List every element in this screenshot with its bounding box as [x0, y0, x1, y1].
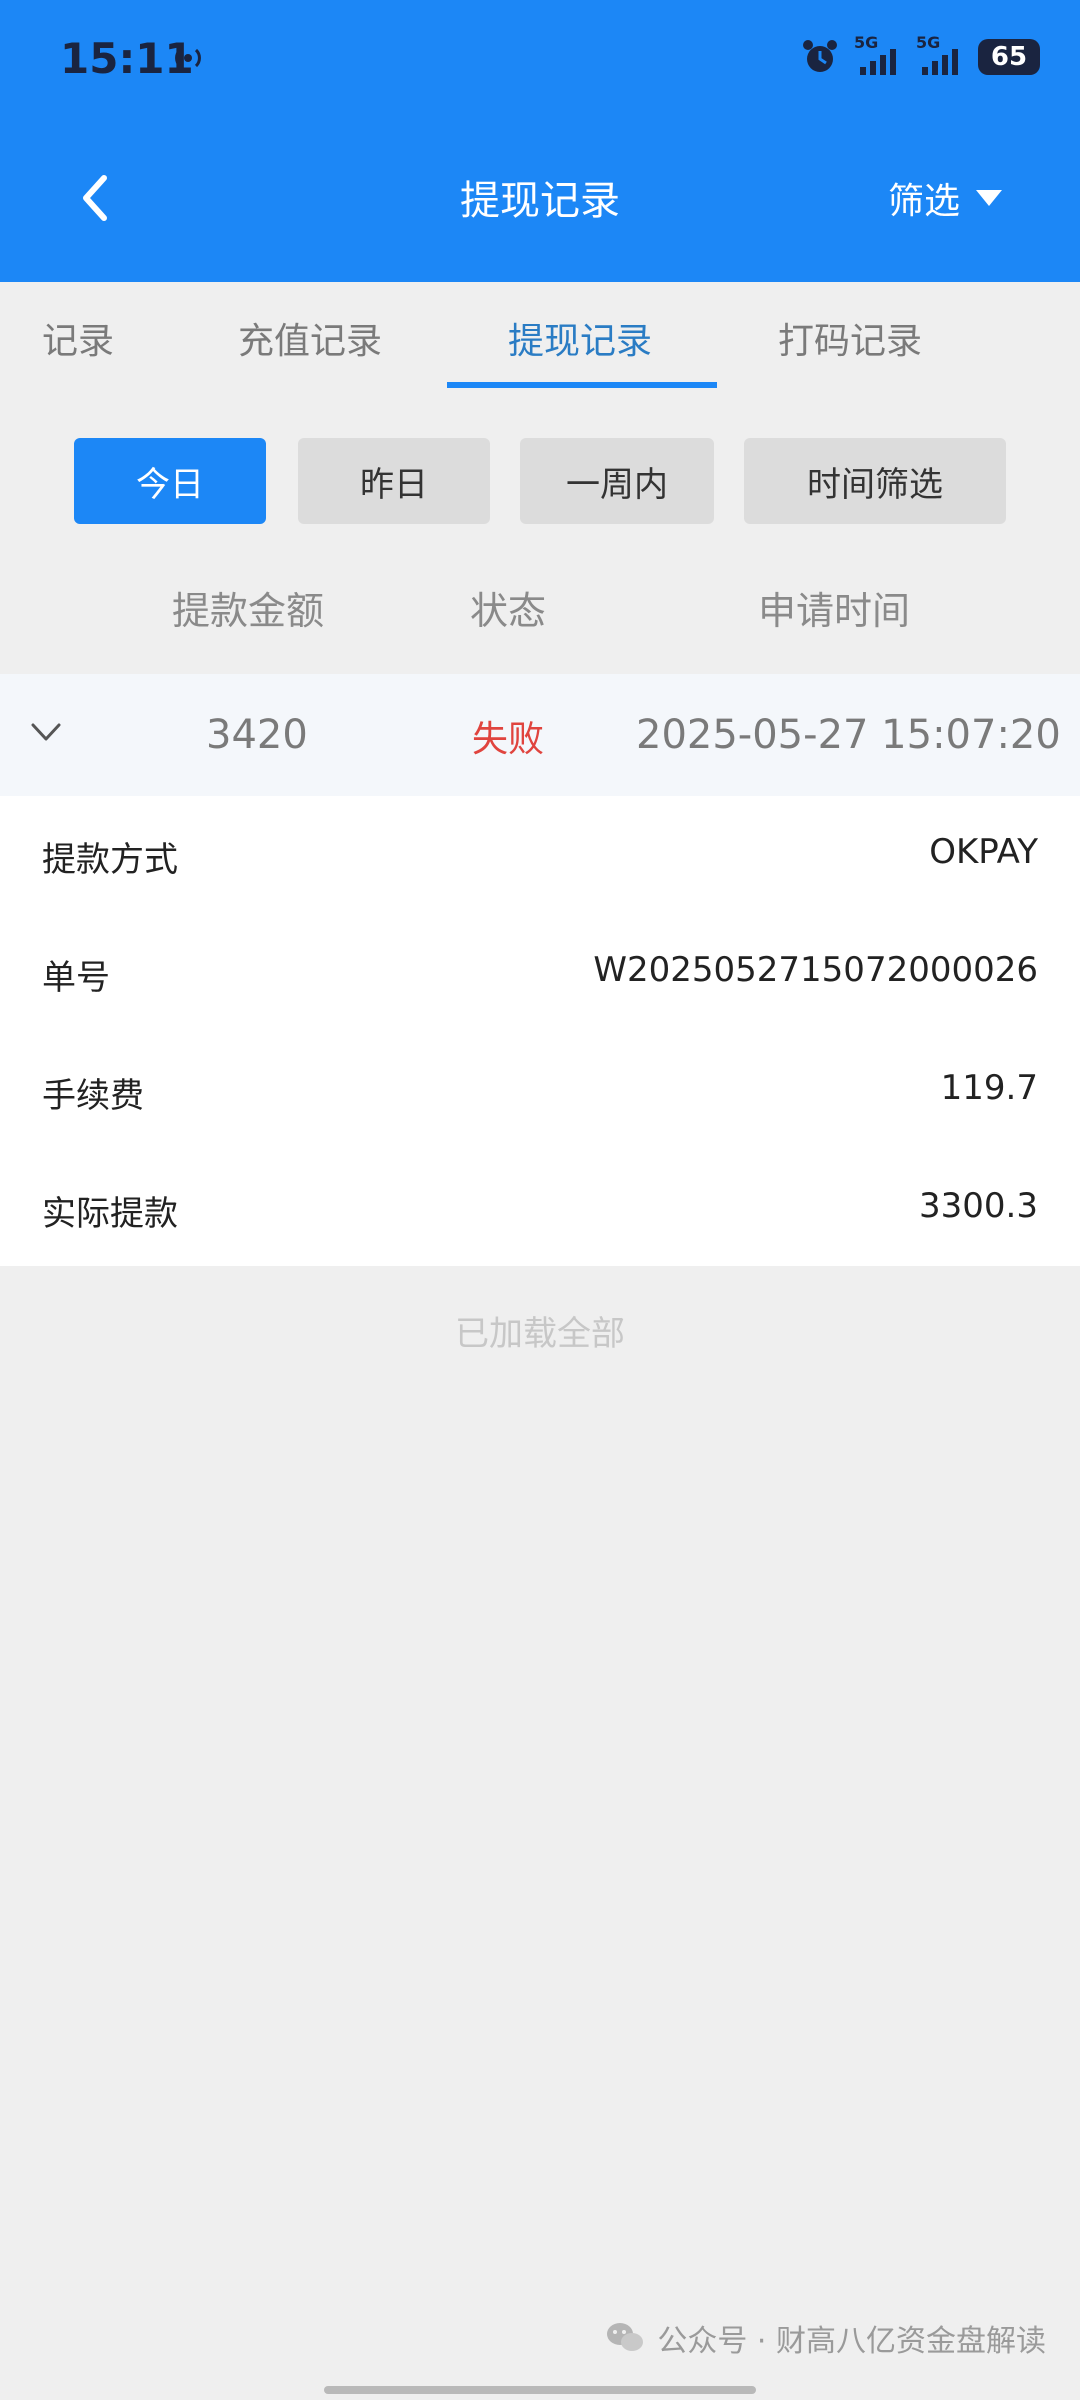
detail-row: 实际提款 3300.3: [0, 1186, 1080, 1246]
detail-label: 实际提款: [42, 1194, 178, 1234]
column-header-amount: 提款金额: [172, 589, 325, 633]
status-indicators: 5G 5G 65: [800, 33, 1040, 80]
column-header-time: 申请时间: [758, 589, 911, 633]
detail-label: 提款方式: [42, 840, 178, 880]
table-row[interactable]: 3420 失败 2025-05-27 15:07:20: [0, 674, 1080, 796]
app-header: 15:11 5G 5G 65 提现记录 筛选: [0, 0, 1080, 282]
wechat-icon: [607, 2323, 644, 2351]
tab-bar: 记录 充值记录 提现记录 打码记录: [0, 282, 1080, 390]
home-indicator[interactable]: [324, 2386, 756, 2394]
signal-icon: 5G: [854, 33, 902, 77]
tab-bet-records[interactable]: 打码记录: [778, 312, 922, 364]
filter-label: 筛选: [887, 181, 960, 222]
active-tab-indicator: [447, 382, 717, 388]
hotspot-icon: [175, 48, 201, 68]
tab-deposit-records[interactable]: 充值记录: [238, 312, 382, 364]
filter-button[interactable]: 筛选: [888, 172, 1004, 224]
date-filter-custom[interactable]: 时间筛选: [744, 438, 1006, 524]
date-filter-yesterday[interactable]: 昨日: [298, 438, 490, 524]
tab-records[interactable]: 记录: [42, 312, 114, 364]
date-filter-today[interactable]: 今日: [74, 438, 266, 524]
detail-row: 单号 W2025052715072000026: [0, 950, 1080, 1010]
detail-label: 手续费: [42, 1076, 144, 1116]
alarm-icon: [803, 40, 837, 72]
chevron-down-icon[interactable]: [30, 720, 62, 744]
detail-value: OKPAY: [929, 832, 1038, 872]
detail-row: 手续费 119.7: [0, 1068, 1080, 1128]
record-amount: 3420: [206, 712, 308, 758]
date-filter-group: 今日 昨日 一周内 时间筛选: [0, 438, 1080, 526]
signal-icon: 5G: [916, 33, 964, 77]
battery-icon: 65: [978, 39, 1040, 75]
all-loaded-text: 已加载全部: [455, 1314, 625, 1354]
record-details: 提款方式 OKPAY 单号 W2025052715072000026 手续费 1…: [0, 796, 1080, 1266]
column-header-status: 状态: [470, 589, 547, 633]
tab-withdraw-records[interactable]: 提现记录: [508, 312, 652, 364]
column-headers: 提款金额 状态 申请时间: [0, 580, 1080, 640]
detail-value: W2025052715072000026: [593, 950, 1038, 990]
status-badge: 失败: [472, 719, 545, 760]
detail-row: 提款方式 OKPAY: [0, 832, 1080, 892]
detail-label: 单号: [42, 958, 110, 998]
date-filter-week[interactable]: 一周内: [520, 438, 714, 524]
caret-down-icon: [976, 190, 1002, 206]
watermark: 公众号 · 财高八亿资金盘解读: [605, 2316, 1046, 2360]
detail-value: 3300.3: [919, 1186, 1038, 1226]
record-time: 2025-05-27 15:07:20: [636, 712, 1061, 758]
detail-value: 119.7: [940, 1068, 1038, 1108]
watermark-text: 公众号 · 财高八亿资金盘解读: [657, 2324, 1046, 2359]
